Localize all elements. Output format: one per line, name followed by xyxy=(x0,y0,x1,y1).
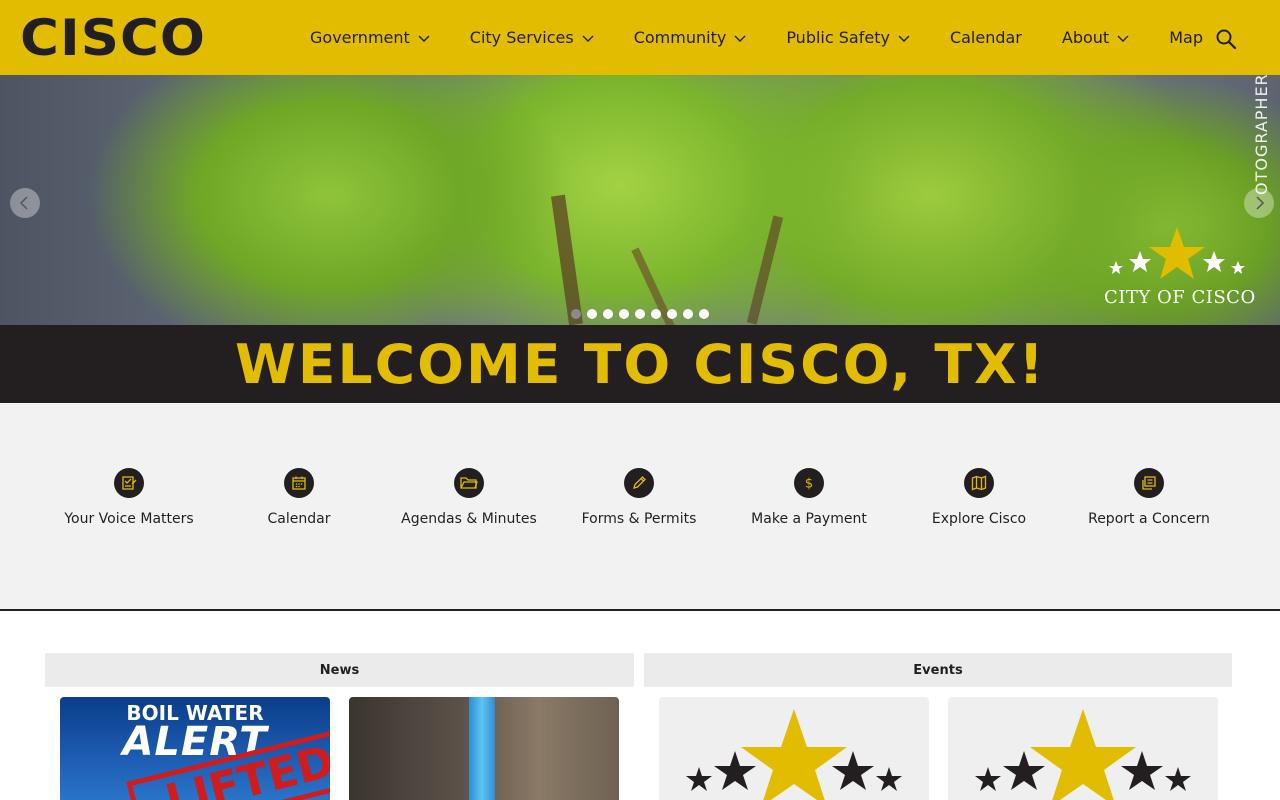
slider-dot[interactable] xyxy=(651,309,661,319)
star-logo-icon xyxy=(1109,227,1245,279)
welcome-title: WELCOME TO CISCO, TX! xyxy=(234,332,1046,396)
nav-map[interactable]: Map xyxy=(1169,28,1203,47)
nav-label: Government xyxy=(310,28,410,47)
quick-link-agendas-minutes[interactable]: Agendas & Minutes xyxy=(389,468,549,528)
star-logo-icon xyxy=(975,709,1191,800)
quick-link-report-a-concern[interactable]: Report a Concern xyxy=(1069,468,1229,528)
chevron-down-icon xyxy=(418,35,430,42)
quick-link-calendar[interactable]: Calendar xyxy=(219,468,379,528)
quick-link-your-voice-matters[interactable]: Your Voice Matters xyxy=(49,468,209,528)
svg-text:$: $ xyxy=(805,477,813,492)
nav-public-safety[interactable]: Public Safety xyxy=(786,28,910,47)
quick-link-label: Agendas & Minutes xyxy=(401,511,537,527)
map-icon xyxy=(964,468,994,498)
nav-label: Community xyxy=(633,28,727,47)
slider-dot[interactable] xyxy=(587,309,597,319)
hero-image-detail xyxy=(746,215,784,325)
nav-government[interactable]: Government xyxy=(310,28,430,47)
calendar-icon xyxy=(284,468,314,498)
watermark-text: CITY OF CISCO xyxy=(1104,287,1256,308)
search-icon[interactable] xyxy=(1214,27,1238,51)
slider-dot[interactable] xyxy=(683,309,693,319)
slider-dot[interactable] xyxy=(699,309,709,319)
photo-credit: OTOGRAPHER xyxy=(1252,75,1271,195)
quick-link-label: Make a Payment xyxy=(751,511,867,527)
report-icon xyxy=(1134,468,1164,498)
chevron-down-icon xyxy=(582,35,594,42)
nav-about[interactable]: About xyxy=(1062,28,1129,47)
quick-link-explore-cisco[interactable]: Explore Cisco xyxy=(899,468,1059,528)
slider-prev-button[interactable] xyxy=(10,188,40,218)
quick-link-label: Calendar xyxy=(267,511,331,527)
nav-calendar[interactable]: Calendar xyxy=(950,28,1022,47)
event-card[interactable] xyxy=(659,697,929,800)
chevron-down-icon xyxy=(734,35,746,42)
nav-label: About xyxy=(1061,28,1110,47)
folder-icon xyxy=(454,468,484,498)
dollar-icon: $ xyxy=(794,468,824,498)
checklist-icon xyxy=(114,468,144,498)
news-heading[interactable]: News xyxy=(45,653,634,687)
site-logo[interactable]: CISCO xyxy=(20,12,206,64)
news-card-water-pipe[interactable] xyxy=(349,697,619,800)
quick-link-label: Forms & Permits xyxy=(581,511,697,527)
nav-city-services[interactable]: City Services xyxy=(470,28,594,47)
nav-label: Map xyxy=(1169,28,1203,47)
slider-dot[interactable] xyxy=(571,309,581,319)
quick-link-label: Your Voice Matters xyxy=(64,511,194,527)
event-card[interactable] xyxy=(948,697,1218,800)
chevron-down-icon xyxy=(898,35,910,42)
slider-dot[interactable] xyxy=(667,309,677,319)
nav-community[interactable]: Community xyxy=(634,28,747,47)
pencil-icon xyxy=(624,468,654,498)
chevron-right-icon xyxy=(1256,196,1265,210)
pipe-image-detail xyxy=(469,697,495,800)
quick-link-label: Explore Cisco xyxy=(931,511,1027,527)
nav-label: Public Safety xyxy=(786,28,890,47)
chevron-down-icon xyxy=(1117,35,1129,42)
main-nav: Government City Services Community Publi… xyxy=(310,0,1243,75)
hero-slider: CITY OF CISCO OTOGRAPHER xyxy=(0,75,1280,325)
quick-link-make-a-payment[interactable]: $ Make a Payment xyxy=(729,468,889,528)
chevron-left-icon xyxy=(19,196,28,210)
slider-dots xyxy=(571,309,709,319)
slider-dot[interactable] xyxy=(635,309,645,319)
site-header: CISCO Government City Services Community… xyxy=(0,0,1280,75)
star-logo-icon xyxy=(686,709,902,800)
slider-dot[interactable] xyxy=(619,309,629,319)
news-card-boil-water[interactable]: BOIL WATER ALERT LIFTED xyxy=(60,697,330,800)
events-heading[interactable]: Events xyxy=(644,653,1232,687)
nav-label: City Services xyxy=(469,28,574,47)
hero-image-detail xyxy=(551,194,583,325)
slider-dot[interactable] xyxy=(603,309,613,319)
city-watermark: CITY OF CISCO xyxy=(1104,225,1256,308)
welcome-banner: WELCOME TO CISCO, TX! xyxy=(0,325,1280,403)
nav-label: Calendar xyxy=(949,28,1022,47)
quick-link-forms-permits[interactable]: Forms & Permits xyxy=(559,468,719,528)
quick-link-label: Report a Concern xyxy=(1088,511,1210,527)
quick-links: Your Voice Matters Calendar Agendas & Mi… xyxy=(0,403,1280,611)
